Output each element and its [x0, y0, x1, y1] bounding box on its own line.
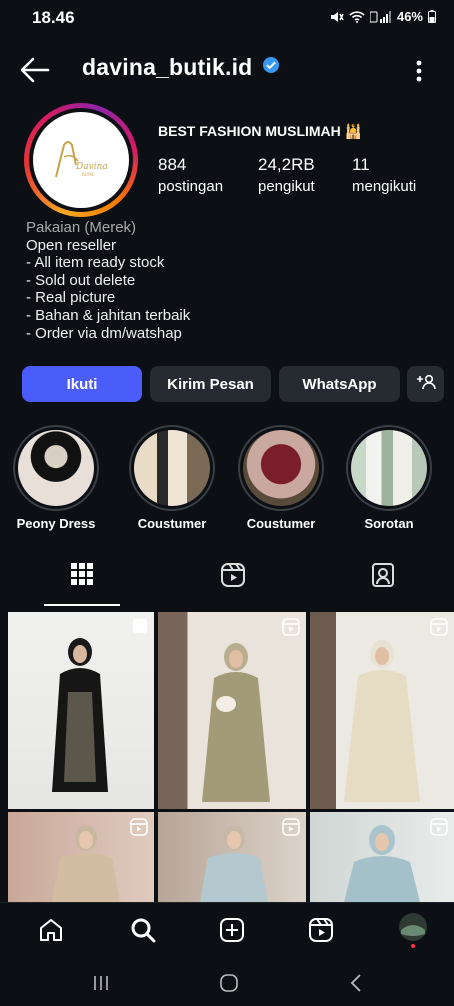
nav-reels[interactable]	[301, 912, 341, 952]
brand-logo: Davina BUTIK	[33, 112, 129, 208]
post-thumbnail	[52, 638, 108, 792]
verified-badge-icon	[262, 56, 280, 79]
bio-line: - Bahan & jahitan terbaik	[26, 306, 191, 324]
highlight-label: Coustumer	[246, 516, 316, 531]
reel-icon	[130, 818, 148, 841]
back-button[interactable]	[336, 970, 376, 1000]
nav-search[interactable]	[123, 912, 163, 952]
multi-image-icon	[132, 618, 148, 639]
posts-count[interactable]: 884 postingan	[158, 155, 223, 195]
profile-bio: Pakaian (Merek) Open reseller - All item…	[26, 219, 190, 342]
highlight-label: Coustumer	[137, 516, 207, 531]
highlight-cover	[351, 430, 427, 506]
plus-square-icon	[219, 917, 245, 948]
search-icon	[130, 917, 156, 948]
status-time: 18.46	[32, 8, 75, 27]
active-tab-indicator	[44, 604, 120, 606]
bio-line: Open reseller	[26, 236, 117, 254]
wifi-icon	[349, 10, 365, 23]
chevron-left-icon	[349, 973, 363, 998]
post-tile[interactable]	[8, 612, 154, 809]
profile-avatar-small	[397, 912, 429, 953]
highlight-item[interactable]: Peony Dress	[8, 425, 104, 531]
post-tile[interactable]	[158, 612, 306, 809]
post-tile[interactable]	[158, 812, 306, 902]
following-value: 11	[352, 155, 370, 174]
reel-icon	[282, 818, 300, 841]
followers-count[interactable]: 24,2RB pengikut	[258, 155, 315, 195]
nav-profile[interactable]	[393, 912, 433, 952]
highlight-item[interactable]: Coustumer	[233, 425, 329, 531]
grid-icon	[70, 562, 94, 608]
tab-tagged[interactable]	[343, 562, 423, 608]
profile-avatar[interactable]: Davina BUTIK	[24, 103, 138, 217]
bio-line: - Order via dm/watshap	[26, 324, 182, 342]
highlight-label: Sorotan	[364, 516, 414, 531]
highlight-item[interactable]: Coustumer	[124, 425, 220, 531]
reels-icon	[220, 562, 246, 608]
battery-text: 46%	[396, 9, 423, 24]
recent-apps-button[interactable]	[81, 970, 121, 1000]
home-button[interactable]	[209, 970, 249, 1000]
following-count[interactable]: 11 mengikuti	[352, 155, 416, 195]
posts-label: postingan	[158, 178, 224, 195]
profile-category: Pakaian (Merek)	[26, 219, 137, 236]
recent-apps-icon	[92, 974, 110, 997]
post-thumbnail	[344, 640, 420, 802]
bio-line: - All item ready stock	[26, 254, 165, 272]
home-icon	[38, 917, 64, 948]
reel-icon	[282, 618, 300, 641]
highlight-cover	[134, 430, 210, 506]
post-tile[interactable]	[310, 812, 454, 902]
tab-grid[interactable]	[42, 562, 122, 608]
reels-icon	[308, 917, 334, 948]
display-name: BEST FASHION MUSLIMAH 🕌	[158, 123, 363, 139]
posts-value: 884	[158, 155, 187, 174]
svg-text:Davina: Davina	[75, 162, 108, 172]
status-icons: 46%	[330, 9, 436, 24]
followers-label: pengikut	[258, 178, 315, 195]
signal-icon	[369, 10, 392, 23]
highlight-item[interactable]: Sorotan	[341, 425, 437, 531]
battery-icon	[428, 10, 436, 23]
follow-button[interactable]: Ikuti	[22, 366, 142, 402]
suggested-accounts-button[interactable]	[407, 366, 444, 402]
post-thumbnail	[202, 643, 270, 802]
home-button-icon	[219, 973, 239, 998]
whatsapp-button[interactable]: WhatsApp	[279, 366, 400, 402]
post-tile[interactable]	[310, 612, 454, 809]
svg-text:BUTIK: BUTIK	[82, 172, 94, 177]
mute-icon	[330, 11, 344, 23]
reel-icon	[430, 818, 448, 841]
add-person-icon	[416, 374, 436, 394]
nav-create[interactable]	[212, 912, 252, 952]
highlight-cover	[18, 430, 94, 506]
profile-username: davina_butik.id	[82, 54, 253, 80]
bio-line: - Real picture	[26, 289, 116, 307]
reel-icon	[430, 618, 448, 641]
tagged-icon	[370, 562, 396, 608]
highlight-label: Peony Dress	[16, 516, 96, 531]
post-tile[interactable]	[8, 812, 154, 902]
following-label: mengikuti	[352, 178, 417, 195]
highlight-cover	[243, 430, 319, 506]
message-button[interactable]: Kirim Pesan	[150, 366, 271, 402]
nav-home[interactable]	[31, 912, 71, 952]
followers-value: 24,2RB	[258, 155, 315, 174]
back-arrow-icon[interactable]	[20, 56, 52, 84]
bio-line: - Sold out delete	[26, 271, 136, 289]
tab-reels[interactable]	[193, 562, 273, 608]
more-options-icon[interactable]	[410, 58, 428, 84]
